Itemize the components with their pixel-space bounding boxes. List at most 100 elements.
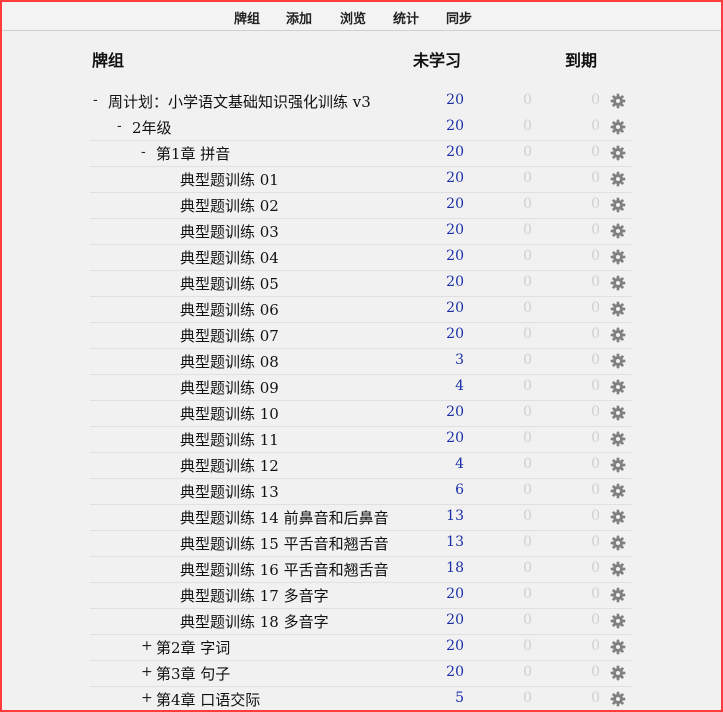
deck-row[interactable]: 典型题训练 03 20 0 0: [90, 218, 632, 245]
deck-name[interactable]: 典型题训练 11: [180, 429, 279, 450]
deck-row[interactable]: - 周计划：小学语文基础知识强化训练 v3 20 0 0: [90, 88, 632, 114]
gear-icon[interactable]: [610, 301, 626, 317]
gear-icon[interactable]: [610, 535, 626, 551]
new-count: 20: [446, 118, 464, 134]
new-count: 20: [446, 664, 464, 680]
gear-icon[interactable]: [610, 353, 626, 369]
new-count: 20: [446, 638, 464, 654]
gear-icon[interactable]: [610, 509, 626, 525]
due-count: 0: [591, 378, 600, 394]
deck-name[interactable]: 典型题训练 16 平舌音和翘舌音: [180, 559, 389, 580]
deck-row[interactable]: 典型题训练 05 20 0 0: [90, 270, 632, 297]
deck-name[interactable]: 典型题训练 17 多音字: [180, 585, 329, 606]
deck-name[interactable]: 第4章 口语交际: [156, 689, 260, 710]
deck-name[interactable]: 第3章 句子: [156, 663, 230, 684]
deck-row[interactable]: 典型题训练 07 20 0 0: [90, 322, 632, 349]
deck-row[interactable]: + 第3章 句子 20 0 0: [90, 660, 632, 687]
deck-row[interactable]: 典型题训练 09 4 0 0: [90, 374, 632, 401]
deck-row[interactable]: 典型题训练 10 20 0 0: [90, 400, 632, 427]
gear-icon[interactable]: [610, 197, 626, 213]
deck-row[interactable]: - 第1章 拼音 20 0 0: [90, 140, 632, 167]
gear-icon[interactable]: [610, 249, 626, 265]
new-count: 3: [455, 352, 464, 368]
deck-name[interactable]: 典型题训练 02: [180, 195, 279, 216]
deck-name[interactable]: 典型题训练 07: [180, 325, 279, 346]
deck-name[interactable]: 典型题训练 09: [180, 377, 279, 398]
due-count: 0: [591, 222, 600, 238]
menu-browse[interactable]: 浏览: [340, 8, 366, 27]
deck-name[interactable]: 典型题训练 06: [180, 299, 279, 320]
expand-toggle[interactable]: +: [141, 664, 153, 680]
deck-row[interactable]: 典型题训练 02 20 0 0: [90, 192, 632, 219]
gear-icon[interactable]: [610, 405, 626, 421]
deck-name[interactable]: 第2章 字词: [156, 637, 230, 658]
deck-name[interactable]: 典型题训练 04: [180, 247, 279, 268]
deck-row[interactable]: 典型题训练 18 多音字 20 0 0: [90, 608, 632, 635]
deck-row[interactable]: 典型题训练 12 4 0 0: [90, 452, 632, 479]
gear-icon[interactable]: [610, 171, 626, 187]
deck-row[interactable]: 典型题训练 11 20 0 0: [90, 426, 632, 453]
gear-icon[interactable]: [610, 93, 626, 109]
gear-icon[interactable]: [610, 639, 626, 655]
new-count: 20: [446, 144, 464, 160]
deck-name[interactable]: 典型题训练 01: [180, 169, 279, 190]
gear-icon[interactable]: [610, 275, 626, 291]
gear-icon[interactable]: [610, 223, 626, 239]
gear-icon[interactable]: [610, 483, 626, 499]
new-count: 20: [446, 196, 464, 212]
deck-name[interactable]: 典型题训练 10: [180, 403, 279, 424]
deck-row[interactable]: 典型题训练 15 平舌音和翘舌音 13 0 0: [90, 530, 632, 557]
collapse-toggle[interactable]: -: [117, 118, 122, 134]
gear-icon[interactable]: [610, 691, 626, 707]
due-count: 0: [591, 508, 600, 524]
collapse-toggle[interactable]: -: [141, 144, 146, 160]
gear-icon[interactable]: [610, 379, 626, 395]
deck-name[interactable]: 典型题训练 12: [180, 455, 279, 476]
deck-row[interactable]: 典型题训练 04 20 0 0: [90, 244, 632, 271]
new-count: 20: [446, 274, 464, 290]
gear-icon[interactable]: [610, 145, 626, 161]
due-count: 0: [591, 300, 600, 316]
menu-add[interactable]: 添加: [286, 8, 312, 27]
gear-icon[interactable]: [610, 431, 626, 447]
new-count: 20: [446, 430, 464, 446]
deck-row[interactable]: 典型题训练 14 前鼻音和后鼻音 13 0 0: [90, 504, 632, 531]
learn-count: 0: [523, 664, 532, 680]
gear-icon[interactable]: [610, 119, 626, 135]
deck-name[interactable]: 典型题训练 14 前鼻音和后鼻音: [180, 507, 389, 528]
collapse-toggle[interactable]: -: [93, 92, 98, 108]
deck-name[interactable]: 典型题训练 03: [180, 221, 279, 242]
deck-row[interactable]: 典型题训练 16 平舌音和翘舌音 18 0 0: [90, 556, 632, 583]
gear-icon[interactable]: [610, 561, 626, 577]
deck-row[interactable]: 典型题训练 08 3 0 0: [90, 348, 632, 375]
gear-icon[interactable]: [610, 665, 626, 681]
deck-row[interactable]: 典型题训练 13 6 0 0: [90, 478, 632, 505]
gear-icon[interactable]: [610, 457, 626, 473]
deck-name[interactable]: 2年级: [132, 117, 172, 138]
expand-toggle[interactable]: +: [141, 690, 153, 706]
deck-name[interactable]: 典型题训练 05: [180, 273, 279, 294]
deck-row[interactable]: 典型题训练 01 20 0 0: [90, 166, 632, 193]
deck-row[interactable]: + 第4章 口语交际 5 0 0: [90, 686, 632, 710]
due-count: 0: [591, 430, 600, 446]
menu-stats[interactable]: 统计: [393, 8, 419, 27]
menu-decks[interactable]: 牌组: [234, 8, 260, 27]
expand-toggle[interactable]: +: [141, 638, 153, 654]
deck-name[interactable]: 典型题训练 18 多音字: [180, 611, 329, 632]
deck-row[interactable]: + 第2章 字词 20 0 0: [90, 634, 632, 661]
deck-name[interactable]: 典型题训练 13: [180, 481, 279, 502]
deck-row[interactable]: 典型题训练 06 20 0 0: [90, 296, 632, 323]
learn-count: 0: [523, 534, 532, 550]
deck-name[interactable]: 典型题训练 15 平舌音和翘舌音: [180, 533, 389, 554]
deck-row[interactable]: -2年级 20 0 0: [90, 114, 632, 141]
deck-row[interactable]: 典型题训练 17 多音字 20 0 0: [90, 582, 632, 609]
gear-icon[interactable]: [610, 587, 626, 603]
learn-count: 0: [523, 638, 532, 654]
deck-name[interactable]: 周计划：小学语文基础知识强化训练 v3: [108, 91, 371, 112]
menu-sync[interactable]: 同步: [446, 8, 472, 27]
deck-name[interactable]: 第1章 拼音: [156, 143, 230, 164]
deck-name[interactable]: 典型题训练 08: [180, 351, 279, 372]
gear-icon[interactable]: [610, 613, 626, 629]
learn-count: 0: [523, 352, 532, 368]
gear-icon[interactable]: [610, 327, 626, 343]
